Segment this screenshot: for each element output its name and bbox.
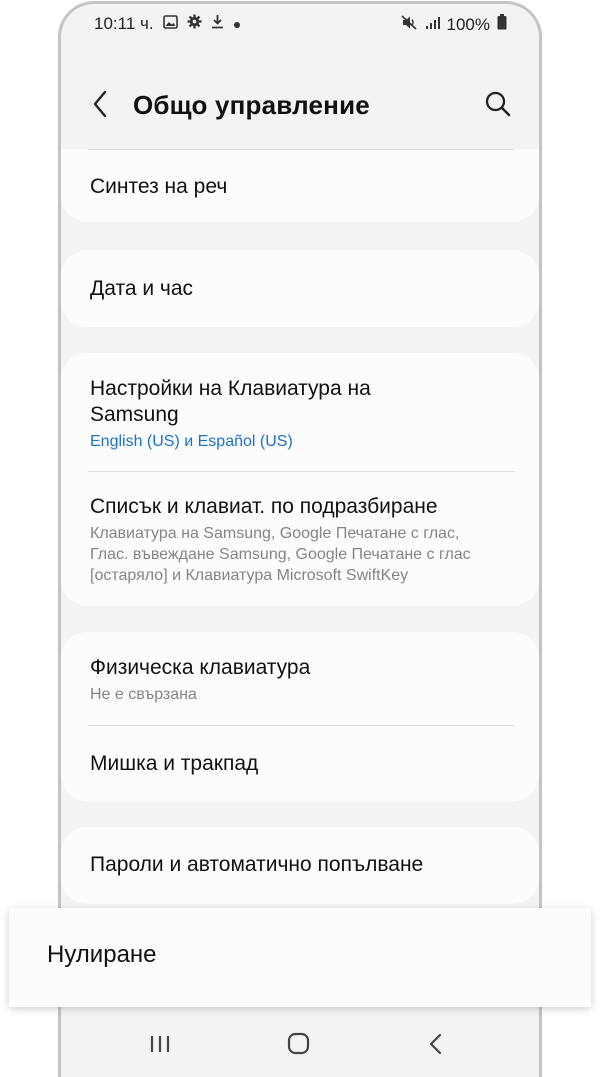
battery-percent: 100% bbox=[446, 14, 490, 34]
setting-mouse-trackpad[interactable]: Мишка и тракпад bbox=[61, 726, 539, 801]
mute-icon bbox=[400, 14, 418, 35]
settings-card-keyboard: Настройки на Клавиатура на Samsung Engli… bbox=[61, 353, 539, 606]
setting-subtitle: English (US) и Español (US) bbox=[90, 433, 293, 450]
dot-icon bbox=[233, 14, 241, 34]
back-arrow-icon[interactable] bbox=[87, 88, 115, 120]
setting-title: Списък и клавиат. по подразбиране bbox=[90, 495, 438, 518]
battery-icon bbox=[497, 14, 507, 35]
download-icon bbox=[211, 14, 224, 34]
status-left: 10:11 ч. bbox=[94, 14, 241, 34]
setting-passwords-autofill[interactable]: Пароли и автоматично попълване bbox=[61, 827, 539, 904]
setting-date-time[interactable]: Дата и час bbox=[61, 250, 539, 327]
setting-title-line2: Samsung bbox=[90, 403, 179, 426]
setting-title-line1: Настройки на Клавиатура на bbox=[90, 377, 371, 400]
image-icon bbox=[162, 14, 178, 34]
settings-card-date: Дата и час bbox=[61, 250, 539, 327]
status-bar: 10:11 ч. 100% bbox=[61, 4, 539, 44]
setting-title: Синтез на реч bbox=[90, 175, 228, 198]
setting-text-to-speech[interactable]: Синтез на реч bbox=[61, 149, 539, 222]
recent-apps-icon[interactable] bbox=[140, 1025, 180, 1065]
home-icon[interactable] bbox=[279, 1025, 319, 1065]
signal-icon bbox=[425, 15, 440, 35]
setting-physical-keyboard[interactable]: Физическа клавиатура Не е свързана bbox=[61, 632, 539, 725]
settings-card-passwords: Пароли и автоматично попълване bbox=[61, 827, 539, 904]
setting-subtitle-line3: [остаряло] и Клавиатура Microsoft SwiftK… bbox=[90, 567, 409, 584]
setting-title: Дата и час bbox=[90, 277, 194, 300]
gear-icon bbox=[187, 14, 202, 34]
setting-title: Мишка и тракпад bbox=[90, 752, 259, 775]
setting-subtitle: Не е свързана bbox=[90, 686, 197, 703]
app-bar: Общо управление bbox=[61, 74, 539, 134]
page-title: Общо управление bbox=[133, 90, 370, 120]
status-right: 100% bbox=[400, 14, 507, 35]
search-icon[interactable] bbox=[483, 89, 513, 119]
setting-subtitle-line2: Глас. въвеждане Samsung, Google Печатане… bbox=[90, 546, 471, 563]
status-time: 10:11 ч. bbox=[94, 14, 154, 33]
nav-back-icon[interactable] bbox=[415, 1025, 455, 1065]
setting-title: Пароли и автоматично попълване bbox=[90, 853, 424, 876]
navigation-bar bbox=[61, 1015, 539, 1077]
setting-samsung-keyboard[interactable]: Настройки на Клавиатура на Samsung Engli… bbox=[61, 353, 539, 471]
setting-subtitle-line1: Клавиатура на Samsung, Google Печатане с… bbox=[90, 525, 460, 542]
setting-title: Физическа клавиатура bbox=[90, 656, 311, 679]
settings-card-input: Физическа клавиатура Не е свързана Мишка… bbox=[61, 632, 539, 801]
setting-reset-highlighted[interactable]: Нулиране bbox=[9, 908, 591, 1007]
setting-title: Нулиране bbox=[47, 941, 157, 968]
setting-default-keyboard[interactable]: Списък и клавиат. по подразбиране Клавиа… bbox=[61, 472, 539, 606]
settings-card-speech: Синтез на реч bbox=[61, 149, 539, 222]
